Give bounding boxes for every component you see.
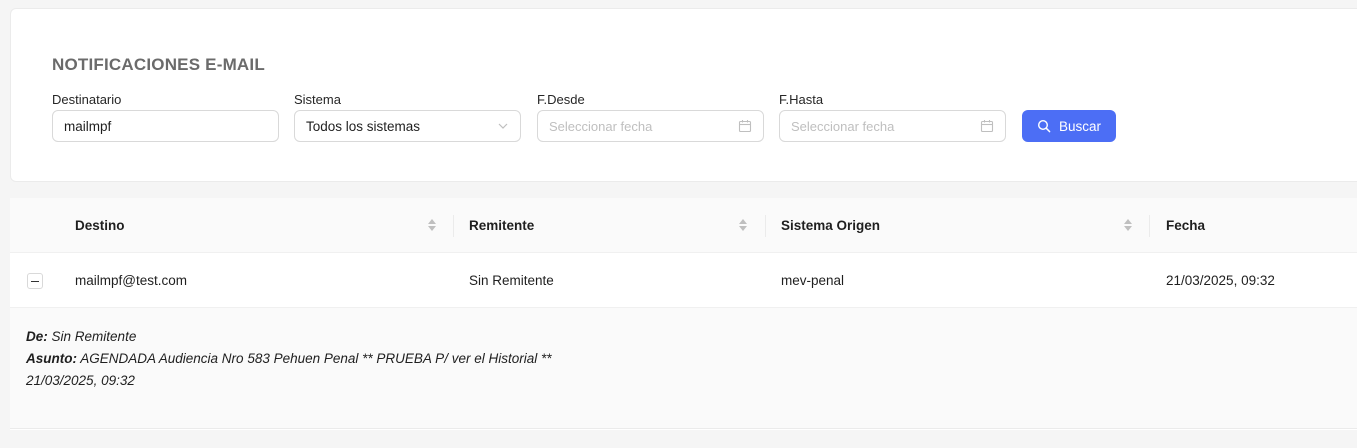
column-header-destino[interactable]: Destino: [75, 198, 125, 253]
desde-label: F.Desde: [537, 92, 585, 107]
chevron-down-icon: [497, 120, 509, 132]
sistema-value: Todos los sistemas: [306, 118, 421, 134]
cell-destino: mailmpf@test.com: [75, 273, 187, 288]
minus-icon[interactable]: [27, 273, 43, 289]
expanded-row-detail: De: Sin Remitente Asunto: AGENDADA Audie…: [10, 308, 1357, 429]
hasta-placeholder: Seleccionar fecha: [791, 118, 895, 134]
detail-fecha: 21/03/2025, 09:32: [26, 373, 135, 388]
sort-icon[interactable]: [738, 217, 748, 233]
column-header-fecha[interactable]: Fecha: [1166, 198, 1205, 253]
calendar-icon: [980, 119, 994, 133]
detail-asunto-label: Asunto:: [26, 351, 77, 366]
detail-de: De: Sin Remitente: [26, 329, 136, 347]
table-header: Destino Remitente Sistema Origen Fecha: [10, 198, 1357, 253]
sistema-select[interactable]: Todos los sistemas: [294, 110, 521, 142]
calendar-icon: [738, 119, 752, 133]
desde-placeholder: Seleccionar fecha: [549, 118, 653, 134]
filter-card: NOTIFICACIONES E-MAIL Destinatario mailm…: [10, 8, 1357, 182]
page-title: NOTIFICACIONES E-MAIL: [52, 55, 265, 74]
sort-icon[interactable]: [1123, 217, 1133, 233]
cell-sistema-origen: mev-penal: [781, 273, 845, 288]
detail-de-label: De:: [26, 329, 48, 344]
sort-icon[interactable]: [427, 217, 437, 233]
sistema-label: Sistema: [294, 92, 341, 107]
hasta-date-picker[interactable]: Seleccionar fecha: [779, 110, 1006, 142]
hasta-label: F.Hasta: [779, 92, 824, 107]
cell-remitente: Sin Remitente: [469, 273, 554, 288]
search-icon: [1037, 119, 1051, 133]
column-header-sistema-origen[interactable]: Sistema Origen: [781, 198, 880, 253]
column-divider: [453, 215, 454, 237]
table-row[interactable]: mailmpf@test.com Sin Remitente mev-penal…: [10, 253, 1357, 308]
notifications-table: Destino Remitente Sistema Origen Fecha m…: [10, 198, 1357, 430]
column-divider: [765, 215, 766, 237]
search-button-label: Buscar: [1058, 118, 1102, 134]
column-divider: [1149, 215, 1150, 237]
cell-fecha: 21/03/2025, 09:32: [1166, 273, 1275, 288]
destinatario-input[interactable]: mailmpf: [52, 110, 279, 142]
desde-date-picker[interactable]: Seleccionar fecha: [537, 110, 764, 142]
destinatario-value: mailmpf: [64, 118, 112, 134]
column-header-remitente[interactable]: Remitente: [469, 198, 534, 253]
destinatario-label: Destinatario: [52, 92, 122, 107]
search-button[interactable]: Buscar: [1022, 110, 1116, 142]
detail-asunto-value: AGENDADA Audiencia Nro 583 Pehuen Penal …: [80, 351, 552, 366]
detail-asunto: Asunto: AGENDADA Audiencia Nro 583 Pehue…: [26, 351, 551, 369]
detail-de-value: Sin Remitente: [51, 329, 137, 344]
